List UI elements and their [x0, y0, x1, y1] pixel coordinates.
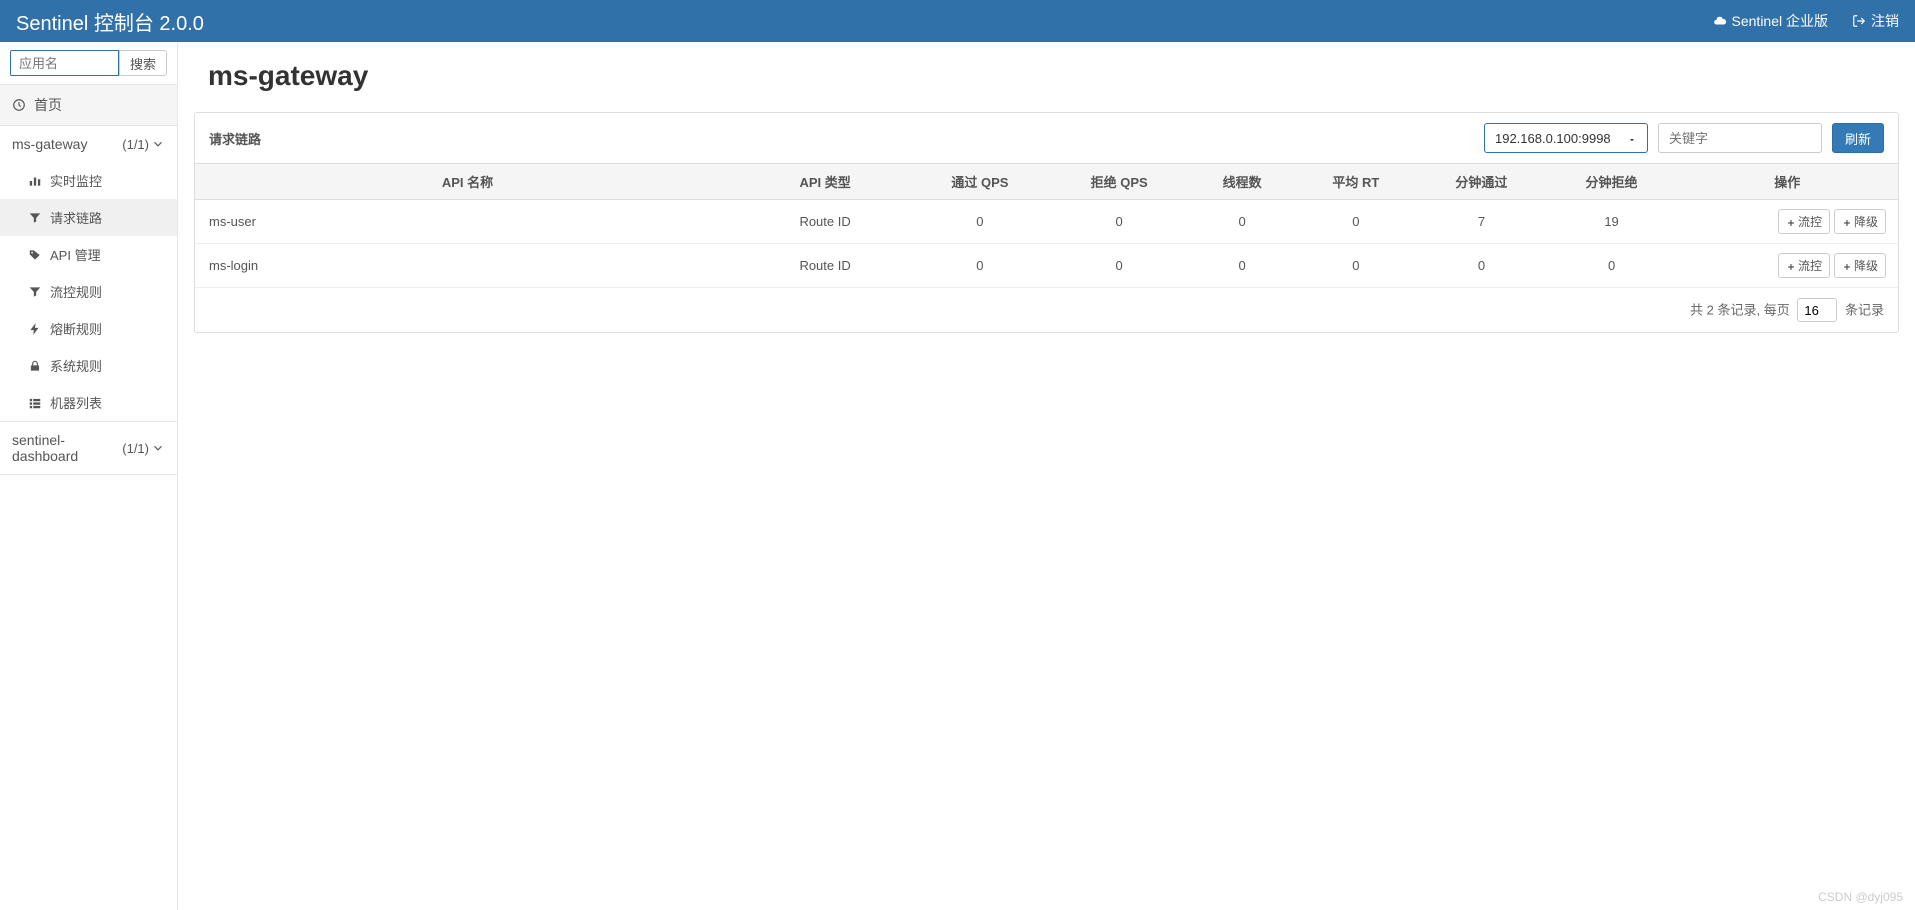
- cell-min-reject: 19: [1546, 200, 1676, 244]
- col-api-name: API 名称: [195, 164, 740, 200]
- sidebar-item-label: 流控规则: [50, 282, 102, 301]
- nav-app-msgateway[interactable]: ms-gateway (1/1): [0, 126, 177, 162]
- request-link-card: 请求链路 192.168.0.100:9998 刷新 API 名称 API 类型…: [194, 112, 1899, 333]
- nav-app-name: ms-gateway: [12, 136, 87, 152]
- list-icon: [28, 396, 42, 410]
- cell-rt: 0: [1295, 200, 1416, 244]
- cell-pass-qps: 0: [910, 200, 1049, 244]
- footer-prefix: 共 2 条记录, 每页: [1690, 303, 1790, 318]
- col-reject-qps: 拒绝 QPS: [1050, 164, 1189, 200]
- logout-link[interactable]: 注销: [1852, 11, 1899, 31]
- plus-icon: [1786, 261, 1796, 271]
- flow-button[interactable]: 流控: [1778, 253, 1830, 278]
- logout-label: 注销: [1871, 11, 1899, 31]
- filter-icon: [28, 285, 42, 299]
- cell-threads: 0: [1189, 200, 1296, 244]
- bolt-icon: [28, 322, 42, 336]
- caret-down-icon: [1627, 133, 1637, 143]
- plus-icon: [1786, 217, 1796, 227]
- plus-icon: [1842, 217, 1852, 227]
- nav-app-name: sentinel-dashboard: [12, 432, 122, 464]
- plus-icon: [1842, 261, 1852, 271]
- sidebar-item-label: 熔断规则: [50, 319, 102, 338]
- col-rt: 平均 RT: [1295, 164, 1416, 200]
- flow-button[interactable]: 流控: [1778, 209, 1830, 234]
- filter-icon: [28, 211, 42, 225]
- sidebar-item-request-link[interactable]: 请求链路: [0, 199, 177, 236]
- refresh-button[interactable]: 刷新: [1832, 123, 1884, 153]
- cell-min-pass: 7: [1416, 200, 1546, 244]
- sidebar-item-label: 实时监控: [50, 171, 102, 190]
- sidebar-item-label: 请求链路: [50, 208, 102, 227]
- cell-pass-qps: 0: [910, 244, 1049, 288]
- col-actions: 操作: [1677, 164, 1898, 200]
- tag-icon: [28, 248, 42, 262]
- sidebar-item-realtime[interactable]: 实时监控: [0, 162, 177, 199]
- col-threads: 线程数: [1189, 164, 1296, 200]
- col-min-pass: 分钟通过: [1416, 164, 1546, 200]
- sidebar-item-degrade[interactable]: 熔断规则: [0, 310, 177, 347]
- cell-type: Route ID: [740, 200, 910, 244]
- sidebar-item-label: 机器列表: [50, 393, 102, 412]
- degrade-button[interactable]: 降级: [1834, 209, 1886, 234]
- enterprise-link[interactable]: Sentinel 企业版: [1713, 11, 1828, 31]
- chevron-down-icon: [151, 137, 165, 151]
- col-api-type: API 类型: [740, 164, 910, 200]
- cell-actions: 流控降级: [1677, 244, 1898, 288]
- sidebar-item-machines[interactable]: 机器列表: [0, 384, 177, 421]
- nav-app-count: (1/1): [122, 441, 149, 456]
- chevron-down-icon: [151, 441, 165, 455]
- table-row: ms-userRoute ID0000719流控降级: [195, 200, 1898, 244]
- card-title: 请求链路: [209, 129, 261, 148]
- cell-min-reject: 0: [1546, 244, 1676, 288]
- logout-icon: [1852, 14, 1866, 28]
- pagination-footer: 共 2 条记录, 每页 条记录: [195, 288, 1898, 332]
- sidebar-item-label: API 管理: [50, 245, 101, 264]
- cell-reject-qps: 0: [1050, 200, 1189, 244]
- footer-suffix: 条记录: [1845, 303, 1884, 318]
- nav-app-count: (1/1): [122, 137, 149, 152]
- cell-name: ms-user: [195, 200, 740, 244]
- nav-home-label: 首页: [34, 95, 62, 115]
- search-row: 搜索: [0, 42, 177, 85]
- header-right: Sentinel 企业版 注销: [1713, 11, 1899, 31]
- cell-threads: 0: [1189, 244, 1296, 288]
- table-header-row: API 名称 API 类型 通过 QPS 拒绝 QPS 线程数 平均 RT 分钟…: [195, 164, 1898, 200]
- keyword-input[interactable]: [1658, 123, 1822, 153]
- cell-min-pass: 0: [1416, 244, 1546, 288]
- dashboard-icon: [12, 98, 26, 112]
- sidebar-item-label: 系统规则: [50, 356, 102, 375]
- col-pass-qps: 通过 QPS: [910, 164, 1049, 200]
- request-table: API 名称 API 类型 通过 QPS 拒绝 QPS 线程数 平均 RT 分钟…: [195, 164, 1898, 288]
- brand-title: Sentinel 控制台 2.0.0: [16, 7, 204, 36]
- machine-selected-value: 192.168.0.100:9998: [1495, 131, 1611, 146]
- app-search-input[interactable]: [10, 50, 119, 76]
- lock-icon: [28, 359, 42, 373]
- main-content: ms-gateway 请求链路 192.168.0.100:9998 刷新 AP…: [178, 42, 1915, 910]
- cloud-icon: [1713, 14, 1727, 28]
- page-title: ms-gateway: [194, 60, 1899, 92]
- sidebar: 搜索 首页 ms-gateway (1/1) 实时监控 请求链路 API 管理: [0, 42, 178, 910]
- search-button[interactable]: 搜索: [119, 50, 167, 76]
- machine-select[interactable]: 192.168.0.100:9998: [1484, 123, 1648, 153]
- table-row: ms-loginRoute ID000000流控降级: [195, 244, 1898, 288]
- cell-actions: 流控降级: [1677, 200, 1898, 244]
- nav-home[interactable]: 首页: [0, 85, 177, 126]
- col-min-reject: 分钟拒绝: [1546, 164, 1676, 200]
- watermark: CSDN @dyj095: [1818, 890, 1903, 904]
- cell-name: ms-login: [195, 244, 740, 288]
- nav-app-dashboard[interactable]: sentinel-dashboard (1/1): [0, 422, 177, 474]
- sidebar-item-system[interactable]: 系统规则: [0, 347, 177, 384]
- header: Sentinel 控制台 2.0.0 Sentinel 企业版 注销: [0, 0, 1915, 42]
- sidebar-item-flow[interactable]: 流控规则: [0, 273, 177, 310]
- cell-reject-qps: 0: [1050, 244, 1189, 288]
- page-size-input[interactable]: [1797, 298, 1837, 322]
- cell-type: Route ID: [740, 244, 910, 288]
- enterprise-label: Sentinel 企业版: [1732, 11, 1828, 31]
- degrade-button[interactable]: 降级: [1834, 253, 1886, 278]
- sidebar-item-api[interactable]: API 管理: [0, 236, 177, 273]
- cell-rt: 0: [1295, 244, 1416, 288]
- chart-bar-icon: [28, 174, 42, 188]
